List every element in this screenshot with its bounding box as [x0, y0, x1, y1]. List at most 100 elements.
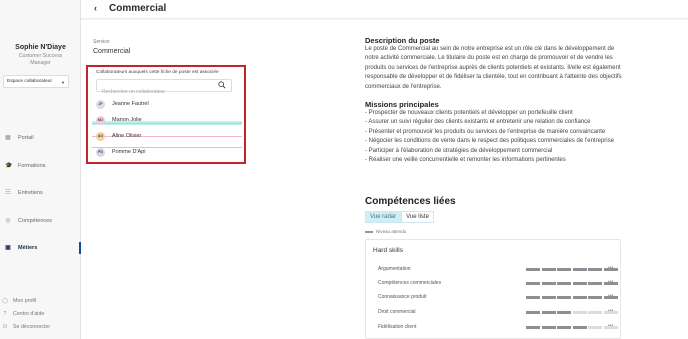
collaborator-name: Pomme D'Api	[112, 149, 146, 155]
skill-level-segment	[557, 311, 571, 314]
people-icon: ☷	[5, 190, 11, 196]
skill-label: Argumentation	[378, 266, 411, 272]
skill-row: Compétences commerciales •••	[378, 279, 619, 288]
skill-level-bar	[526, 326, 619, 329]
back-button[interactable]: ‹	[94, 3, 97, 13]
skill-label: Droit commercial	[378, 309, 416, 315]
sidebar-item-label: Métiers	[18, 245, 38, 251]
legend-swatch	[365, 230, 373, 233]
mission-item: - Présenter et promouvoir les produits o…	[365, 128, 606, 135]
sidebar-item-label: Entretiens	[18, 190, 43, 196]
skill-row: Fidélisation client •••	[378, 323, 619, 332]
skill-level-segment	[588, 326, 602, 329]
footer-link-2[interactable]: ⏻ Se déconnecter	[0, 324, 50, 330]
collaborator-item[interactable]: AO Aline Olivier	[96, 131, 236, 141]
skill-level-segment	[541, 282, 556, 285]
skill-level-bar	[526, 268, 619, 271]
sidebar: Sophie N'Diaye Customer Success Manager …	[0, 0, 81, 339]
more-icon[interactable]: •••	[608, 265, 613, 271]
sidebar-item-label: Portail	[18, 135, 34, 141]
sidebar-item-2[interactable]: ☷ Entretiens	[0, 187, 81, 199]
skill-level-segment	[557, 282, 571, 285]
collaborator-item[interactable]: PD Pomme D'Api	[96, 147, 236, 157]
more-icon[interactable]: •••	[608, 293, 613, 299]
tab-view-0[interactable]: Vue radar	[365, 211, 402, 223]
mission-item: - Assurer un suivi régulier des clients …	[365, 119, 591, 126]
skill-row: Connaissance produit •••	[378, 293, 619, 302]
skill-row: Droit commercial •••	[378, 308, 619, 317]
skill-level-segment	[526, 268, 540, 271]
skill-row: Argumentation •••	[378, 265, 619, 274]
more-icon[interactable]: •••	[608, 323, 613, 329]
collaborator-name: Jeanne Fautrel	[112, 101, 149, 107]
skill-level-segment	[572, 296, 587, 299]
more-icon[interactable]: •••	[608, 279, 613, 285]
description-text: Le poste de Commercial au sein de notre …	[365, 46, 622, 90]
tab-view-1[interactable]: Vue liste	[401, 211, 434, 223]
skill-level-segment	[588, 296, 602, 299]
skill-level-segment	[541, 296, 556, 299]
competences-title: Compétences liées	[365, 196, 456, 207]
main-content: Service Commercial Collaborateurs auxque…	[81, 20, 688, 339]
sidebar-item-1[interactable]: 🎓 Formations	[0, 160, 81, 172]
footer-link-label: Se déconnecter	[13, 324, 51, 330]
target-icon: ◎	[5, 218, 11, 224]
skill-level-segment	[572, 311, 587, 314]
collaborators-panel: Collaborateurs auxquels cette fiche de p…	[86, 65, 246, 164]
skill-level-bar	[526, 311, 619, 314]
sidebar-item-label: Formations	[18, 163, 46, 169]
skill-label: Connaissance produit	[378, 294, 427, 300]
search-icon[interactable]	[218, 81, 226, 89]
space-select-value: Espace collaborateur	[7, 79, 53, 84]
collaborator-search	[96, 79, 232, 98]
missions-title: Missions principales	[365, 100, 439, 109]
skill-level-segment	[557, 326, 571, 329]
sidebar-item-0[interactable]: ▦ Portail	[0, 132, 81, 144]
user-name: Sophie N'Diaye	[15, 44, 66, 51]
skill-label: Compétences commerciales	[378, 280, 442, 286]
skill-level-segment	[572, 268, 587, 271]
mission-item: - Participer à l'élaboration de stratégi…	[365, 147, 553, 154]
collaborator-item[interactable]: MJ Manon Jolie	[96, 115, 236, 125]
skill-level-segment	[588, 311, 602, 314]
skill-level-bar	[526, 296, 619, 299]
topbar: ‹ Commercial	[81, 0, 688, 19]
skill-level-segment	[557, 296, 571, 299]
user-role: Customer Success Manager	[18, 53, 63, 66]
service-label: Service	[93, 39, 110, 45]
more-icon[interactable]: •••	[608, 308, 613, 314]
skill-level-segment	[526, 282, 540, 285]
collaborator-name: Manon Jolie	[112, 117, 142, 123]
skill-level-segment	[572, 326, 587, 329]
page-title: Commercial	[109, 3, 167, 14]
avatar: JF	[96, 99, 105, 109]
space-select[interactable]: Espace collaborateur ▼	[3, 75, 69, 88]
mission-item: - Réaliser une veille concurrentielle et…	[365, 157, 566, 164]
skill-level-segment	[557, 268, 571, 271]
collaborator-name: Aline Olivier	[112, 133, 142, 139]
footer-link-0[interactable]: ◯ Mon profil	[0, 298, 36, 304]
skill-level-segment	[541, 268, 556, 271]
skill-level-segment	[588, 268, 602, 271]
missions-list: - Prospecter de nouveaux clients potenti…	[365, 109, 627, 165]
help-icon: ?	[3, 311, 7, 317]
sidebar-item-4[interactable]: ▣ Métiers	[0, 242, 81, 254]
description-title: Description du poste	[365, 36, 440, 45]
view-tabs: Vue radar Vue liste	[365, 211, 434, 223]
skill-level-segment	[541, 326, 556, 329]
collaborator-item[interactable]: JF Jeanne Fautrel	[96, 99, 236, 109]
grid-icon: ▦	[5, 135, 11, 141]
skill-level-segment	[572, 282, 587, 285]
sidebar-item-3[interactable]: ◎ Compétences	[0, 215, 81, 227]
footer-link-1[interactable]: ? Centre d'aide	[0, 311, 45, 317]
skill-level-bar	[526, 282, 619, 285]
sidebar-item-label: Compétences	[18, 218, 52, 224]
collaborator-search-input[interactable]	[97, 86, 215, 98]
skill-label: Fidélisation client	[378, 324, 417, 330]
briefcase-icon: ▣	[5, 245, 11, 251]
caret-down-icon: ▼	[61, 80, 65, 85]
legend-label: Niveau attendu	[376, 229, 407, 234]
hard-skills-card: Hard skills Argumentation ••• Compétences …	[365, 239, 621, 339]
graduation-cap-icon: 🎓	[5, 163, 13, 169]
skill-level-segment	[588, 282, 602, 285]
